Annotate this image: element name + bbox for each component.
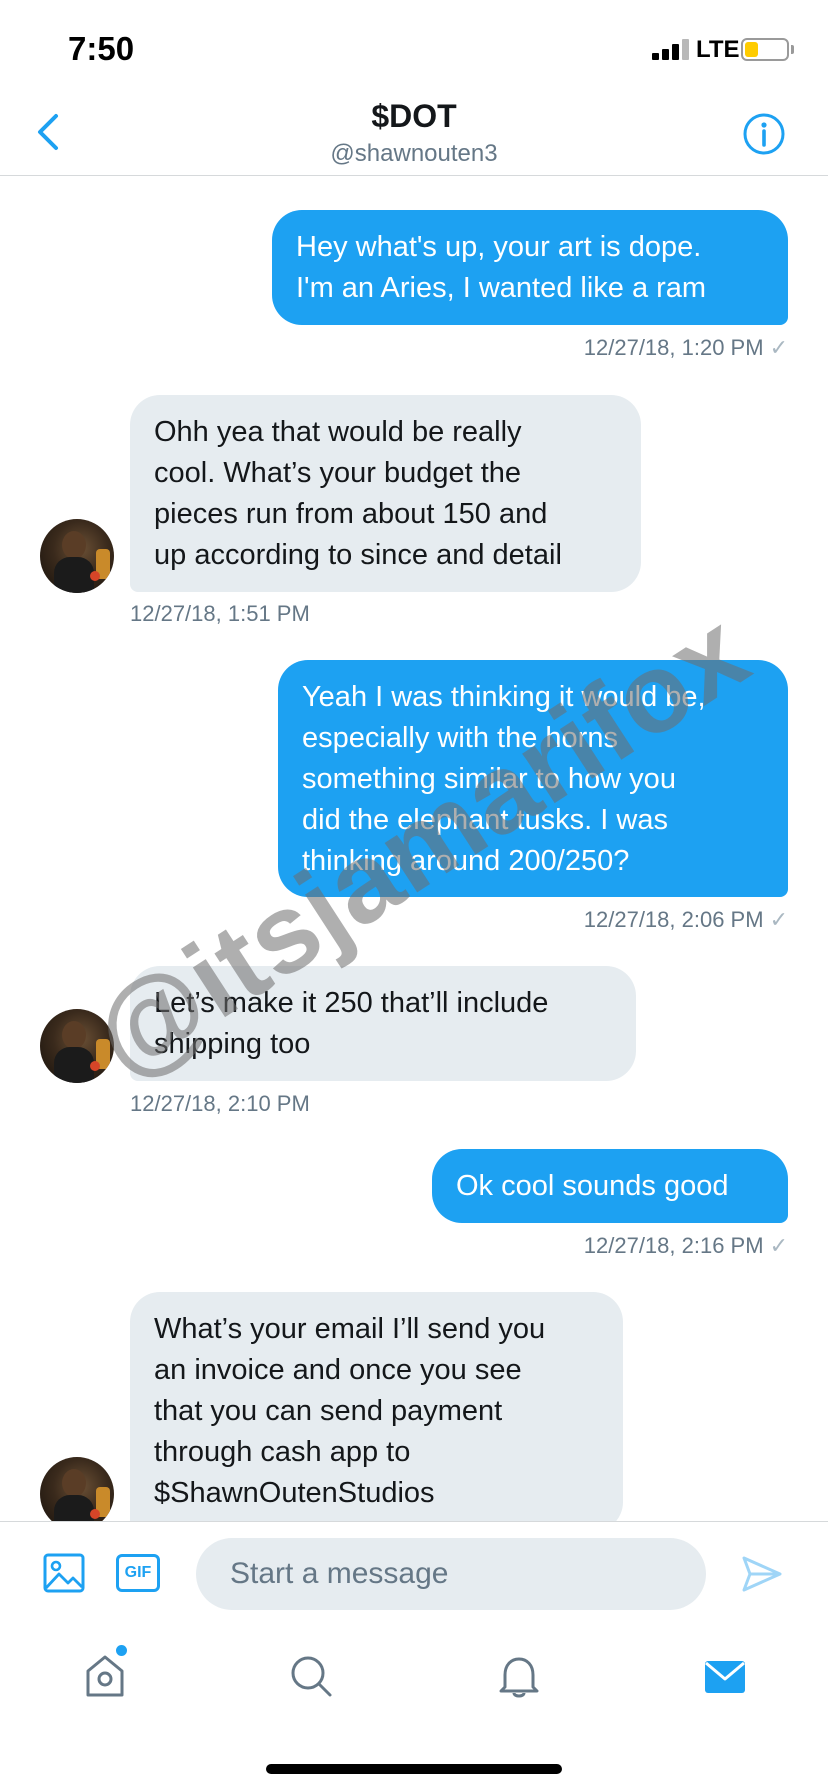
gif-button[interactable]: GIF <box>116 1554 160 1592</box>
info-button[interactable] <box>742 112 786 156</box>
conversation-title[interactable]: $DOT <box>0 98 828 135</box>
message-bubble-sent[interactable]: Ok cool sounds good <box>432 1149 788 1223</box>
message-text: $ShawnOutenStudios <box>154 1477 435 1509</box>
home-icon <box>86 1655 124 1697</box>
sent-check-icon: ✓ <box>769 907 788 932</box>
avatar[interactable] <box>40 1009 114 1083</box>
message-timestamp: 12/27/18, 2:06 PM ✓ <box>584 907 788 933</box>
send-icon <box>742 1556 782 1592</box>
message-text: especially with the horns <box>302 722 618 754</box>
conversation-handle[interactable]: @shawnouten3 <box>0 140 828 168</box>
message-text: something similar to how you <box>302 763 676 795</box>
message-composer: GIF <box>0 1521 828 1625</box>
search-icon <box>291 1656 332 1697</box>
message-bubble-received[interactable]: Ohh yea that would be really cool. What’… <box>130 395 641 592</box>
message-text: Hey what's up, your art is dope. <box>296 231 702 263</box>
message-text: pieces run from about 150 and <box>154 498 548 530</box>
message-timestamp: 12/27/18, 1:20 PM ✓ <box>584 335 788 361</box>
battery-icon <box>741 38 789 61</box>
tab-notifications[interactable] <box>494 1651 544 1701</box>
message-text: that you can send payment <box>154 1395 503 1427</box>
message-timestamp: 12/27/18, 2:16 PM ✓ <box>584 1233 788 1259</box>
tab-home[interactable] <box>80 1651 130 1701</box>
sent-check-icon: ✓ <box>769 335 788 360</box>
message-bubble-received[interactable]: Let’s make it 250 that’ll include shippi… <box>130 966 636 1081</box>
message-bubble-sent[interactable]: Yeah I was thinking it would be, especia… <box>278 660 788 897</box>
mail-icon <box>705 1661 745 1693</box>
message-text: cool. What’s your budget the <box>154 457 522 489</box>
message-text: Ohh yea that would be really <box>154 416 522 448</box>
message-list[interactable]: Hey what's up, your art is dope. I'm an … <box>0 177 828 1521</box>
network-label: LTE <box>696 36 740 63</box>
message-text: thinking around 200/250? <box>302 845 630 877</box>
message-text: did the elephant tusks. I was <box>302 804 668 836</box>
tab-bar <box>0 1625 828 1745</box>
message-timestamp: 12/27/18, 2:10 PM <box>130 1091 310 1116</box>
message-text: Let’s make it 250 that’ll include <box>154 987 549 1019</box>
message-text: through cash app to <box>154 1436 411 1468</box>
message-timestamp: 12/27/18, 1:51 PM <box>130 601 310 626</box>
image-icon <box>43 1553 85 1593</box>
message-bubble-received[interactable]: What’s your email I’ll send you an invoi… <box>130 1292 623 1521</box>
notification-dot <box>116 1645 127 1656</box>
bell-icon <box>499 1657 539 1698</box>
message-input[interactable] <box>196 1538 706 1610</box>
timestamp-text: 12/27/18, 1:20 PM <box>583 335 764 360</box>
message-text: shipping too <box>154 1028 311 1060</box>
status-bar: 7:50 LTE <box>0 0 828 96</box>
avatar[interactable] <box>40 1457 114 1521</box>
message-text: an invoice and once you see <box>154 1354 522 1386</box>
add-photo-button[interactable] <box>42 1552 86 1594</box>
conversation-header: $DOT @shawnouten3 <box>0 96 828 176</box>
message-bubble-sent[interactable]: Hey what's up, your art is dope. I'm an … <box>272 210 788 325</box>
info-icon <box>743 113 785 155</box>
tab-messages[interactable] <box>700 1651 750 1701</box>
tab-search[interactable] <box>286 1651 336 1701</box>
message-text: Ok cool sounds good <box>456 1170 729 1202</box>
sent-check-icon: ✓ <box>769 1233 788 1258</box>
avatar[interactable] <box>40 519 114 593</box>
send-button[interactable] <box>740 1554 784 1594</box>
message-text: Yeah I was thinking it would be, <box>302 681 706 713</box>
signal-icon <box>652 38 692 60</box>
timestamp-text: 12/27/18, 2:16 PM <box>583 1233 764 1258</box>
status-time: 7:50 <box>68 30 135 67</box>
timestamp-text: 12/27/18, 2:06 PM <box>583 907 764 932</box>
home-indicator[interactable] <box>266 1764 562 1774</box>
message-text: up according to since and detail <box>154 539 562 571</box>
message-text: What’s your email I’ll send you <box>154 1313 546 1345</box>
message-text: I'm an Aries, I wanted like a ram <box>296 272 707 304</box>
battery-tip <box>791 45 794 54</box>
